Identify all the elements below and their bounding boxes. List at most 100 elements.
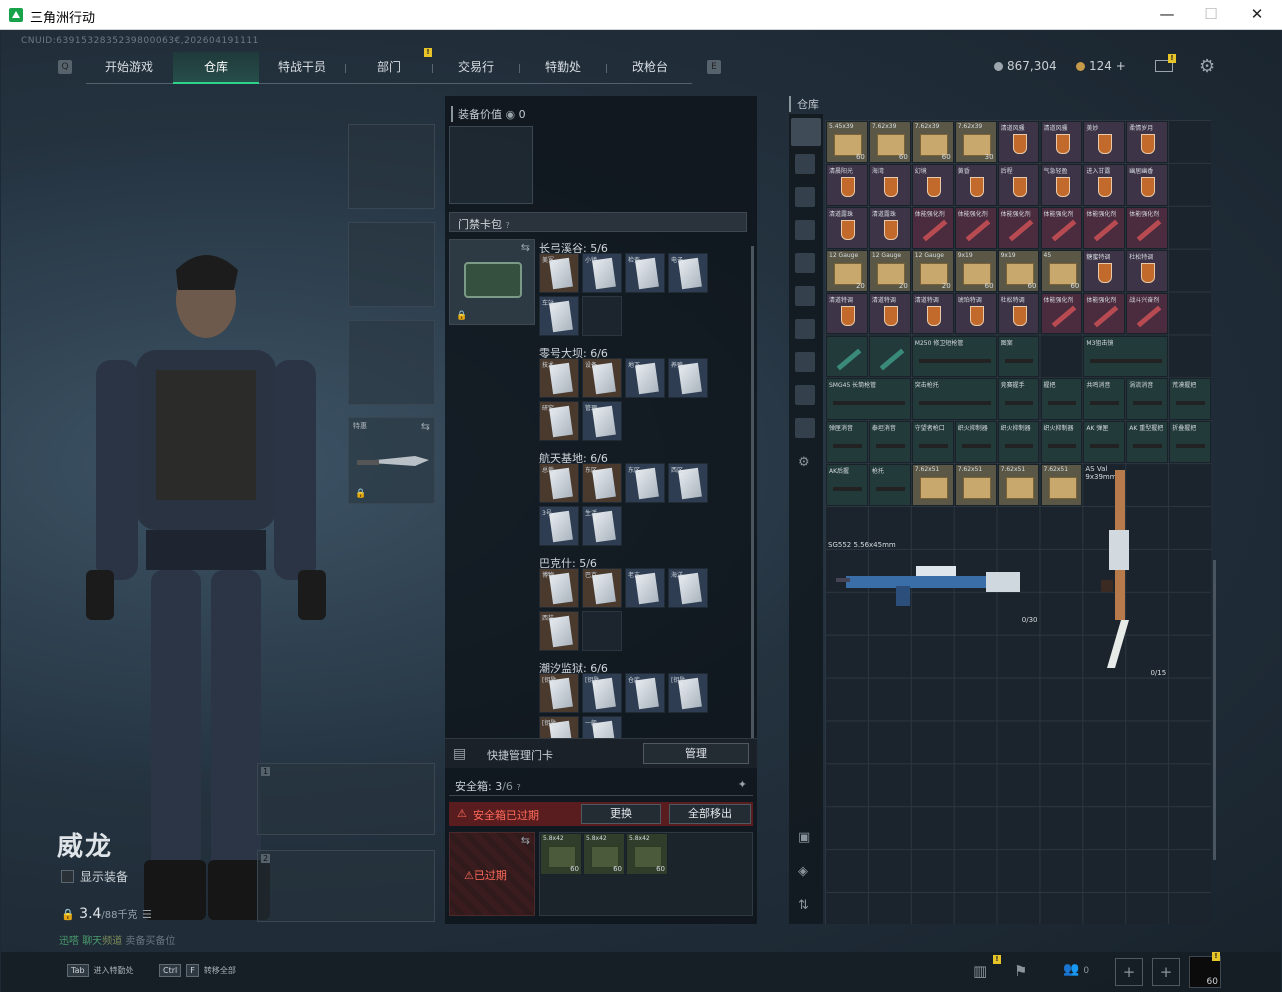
warehouse-attachment-item[interactable]: 7.62x51 xyxy=(954,464,997,507)
warehouse-item[interactable]: 战斗兴奋剂 xyxy=(1126,292,1169,335)
warehouse-item[interactable]: 清道特调 xyxy=(826,292,868,335)
pin-icon[interactable]: ✦ xyxy=(738,778,747,791)
keycard-item[interactable]: 美军 xyxy=(539,253,579,293)
swap-icon[interactable]: ⇆ xyxy=(421,420,430,433)
transfer-all-hint[interactable]: Ctrl F 转移全部 xyxy=(159,964,236,977)
keycard-item[interactable]: 地下 xyxy=(625,358,665,398)
keycard-item[interactable]: 小镇 xyxy=(582,253,622,293)
warehouse-attachment-item[interactable]: 握把 xyxy=(1040,378,1083,421)
warehouse-attachment-item[interactable]: 7.62x51 xyxy=(911,464,954,507)
warehouse-item[interactable]: 清道风骚 xyxy=(1040,121,1083,163)
safebox-slot[interactable]: ⚠已过期 ⇆ xyxy=(449,832,535,916)
warehouse-attachment-item[interactable]: M250 修卫短枪管 xyxy=(911,335,997,378)
keycard-item[interactable]: 检查 xyxy=(625,253,665,293)
keycard-item[interactable]: 设备 xyxy=(582,358,622,398)
empty-keycard-slot[interactable] xyxy=(582,296,622,336)
warehouse-item[interactable]: 体能强化剂 xyxy=(1126,206,1169,249)
warehouse-attachment-item[interactable]: 图案 xyxy=(997,335,1040,378)
warehouse-item[interactable]: 琥珀特调 xyxy=(954,292,997,335)
warehouse-item[interactable]: 9x19 60 xyxy=(954,249,997,292)
warehouse-attachment-item[interactable]: SMG45 长筒枪管 xyxy=(826,378,911,421)
sidebar-category-icon[interactable] xyxy=(795,319,815,339)
nav-prev-icon[interactable]: Q xyxy=(58,60,72,74)
knife-slot[interactable]: 特惠 ⇆ 🔒 xyxy=(348,417,435,504)
checkbox-icon[interactable] xyxy=(61,870,74,883)
warehouse-item[interactable]: 糖蜜特调 xyxy=(1083,249,1126,292)
helmet-slot[interactable] xyxy=(348,124,435,209)
keycard-item[interactable]: 研究 xyxy=(539,401,579,441)
keycard-item[interactable]: 3号 xyxy=(539,506,579,546)
keycard-item[interactable]: 生活 xyxy=(582,506,622,546)
keycard-item[interactable]: 电子 xyxy=(668,253,708,293)
keycard-item[interactable]: 车站 xyxy=(539,296,579,336)
warehouse-item[interactable]: 柔情岁月 xyxy=(1126,121,1169,163)
keycard-item[interactable]: 总裁 xyxy=(539,463,579,503)
warehouse-item[interactable]: 体能强化剂 xyxy=(997,206,1040,249)
tab-warehouse[interactable]: 仓库 xyxy=(173,52,259,84)
warehouse-syringe-item[interactable] xyxy=(826,335,868,378)
warehouse-attachment-item[interactable]: 弹匣消音 xyxy=(826,421,868,464)
safebox-ammo-item[interactable]: 5.8x42 60 xyxy=(583,833,625,875)
keycard-bag-header[interactable]: 门禁卡包 ? xyxy=(449,212,747,232)
primary-weapon-slot-1[interactable]: 1 xyxy=(257,763,435,835)
warehouse-item[interactable]: 清道特调 xyxy=(868,292,911,335)
scrollbar[interactable] xyxy=(751,246,754,746)
warehouse-attachment-item[interactable]: 守望者枪口 xyxy=(911,421,954,464)
warehouse-item[interactable]: 杜松特调 xyxy=(997,292,1040,335)
warehouse-item[interactable]: 清道露珠 xyxy=(868,206,911,249)
show-equipment-toggle[interactable]: 显示装备 xyxy=(61,868,128,885)
warehouse-item[interactable]: 杜松特调 xyxy=(1126,249,1169,292)
keycard-item[interactable]: 巴克 xyxy=(582,568,622,608)
warehouse-attachment-item[interactable]: 荒漠握把 xyxy=(1169,378,1212,421)
warehouse-item[interactable]: 幻境 xyxy=(911,163,954,206)
warehouse-item[interactable]: 体能强化剂 xyxy=(954,206,997,249)
warehouse-item[interactable]: 45 60 xyxy=(1040,249,1083,292)
warehouse-syringe-item[interactable] xyxy=(868,335,911,378)
tab-operators[interactable]: 特战干员 xyxy=(259,52,345,84)
nav-next-icon[interactable]: E xyxy=(707,60,721,74)
warehouse-item[interactable]: 进入甘露 xyxy=(1083,163,1126,206)
sidebar-category-icon[interactable] xyxy=(795,352,815,372)
keycard-item[interactable]: 博物 xyxy=(539,568,579,608)
warehouse-item[interactable]: 12 Gauge 20 xyxy=(868,249,911,292)
warehouse-attachment-item[interactable]: AK 弹匣 xyxy=(1083,421,1126,464)
warehouse-attachment-item[interactable]: AK后握 xyxy=(826,464,868,507)
backpack-slot[interactable] xyxy=(449,126,533,204)
warehouse-home-icon[interactable] xyxy=(791,118,821,146)
safebox-ammo-item[interactable]: 5.8x42 60 xyxy=(540,833,582,875)
warehouse-item[interactable]: 7.62x39 60 xyxy=(868,121,911,163)
sidebar-layers-icon[interactable]: ◈ xyxy=(798,864,808,879)
warehouse-attachment-item[interactable]: 织火抑制器 xyxy=(997,421,1040,464)
warehouse-item[interactable]: 清晨阳光 xyxy=(826,163,868,206)
keycard-item[interactable]: 东区 xyxy=(582,463,622,503)
warehouse-scrollbar[interactable] xyxy=(1213,560,1216,860)
keycard-item[interactable]: [钥匙 xyxy=(539,673,579,713)
keycard-item[interactable]: 仓库 xyxy=(625,673,665,713)
keycard-item[interactable]: [钥匙 xyxy=(582,673,622,713)
tab-market[interactable]: 交易行 xyxy=(433,52,519,84)
warehouse-item[interactable]: 幽居幽香 xyxy=(1126,163,1169,206)
sidebar-category-icon[interactable] xyxy=(795,286,815,306)
swap-icon[interactable]: ⇆ xyxy=(521,834,530,847)
warehouse-item[interactable]: 清道风骚 xyxy=(997,121,1040,163)
warehouse-attachment-item[interactable]: 7.62x51 xyxy=(997,464,1040,507)
armor-slot[interactable] xyxy=(348,222,435,307)
add-gold-button[interactable]: + xyxy=(1116,59,1126,73)
pistol-slot[interactable] xyxy=(348,320,435,405)
warehouse-item[interactable]: 体能强化剂 xyxy=(1040,206,1083,249)
close-button[interactable]: ✕ xyxy=(1242,4,1272,26)
primary-weapon-slot-2[interactable]: 2 xyxy=(257,850,435,922)
keycard-item[interactable]: 东区 xyxy=(625,463,665,503)
warehouse-attachment-item[interactable]: AK 重型握把 xyxy=(1126,421,1169,464)
add-teammate-button[interactable]: + xyxy=(1152,958,1180,986)
tab-hint[interactable]: Tab 进入特勤处 xyxy=(67,964,134,977)
keycard-item[interactable]: 海洋 xyxy=(668,568,708,608)
keycard-item[interactable]: 西区 xyxy=(668,463,708,503)
replace-button[interactable]: 更换 xyxy=(581,804,661,824)
warehouse-attachment-item[interactable]: M3狙击镜 xyxy=(1083,335,1169,378)
keycard-item[interactable]: 老古 xyxy=(625,568,665,608)
friends-icon[interactable]: 👥 0 xyxy=(1063,962,1089,977)
warehouse-item[interactable]: 体能强化剂 xyxy=(911,206,954,249)
safebox-ammo-item[interactable]: 5.8x42 60 xyxy=(626,833,668,875)
flag-icon[interactable]: ⚑ xyxy=(1014,962,1027,980)
